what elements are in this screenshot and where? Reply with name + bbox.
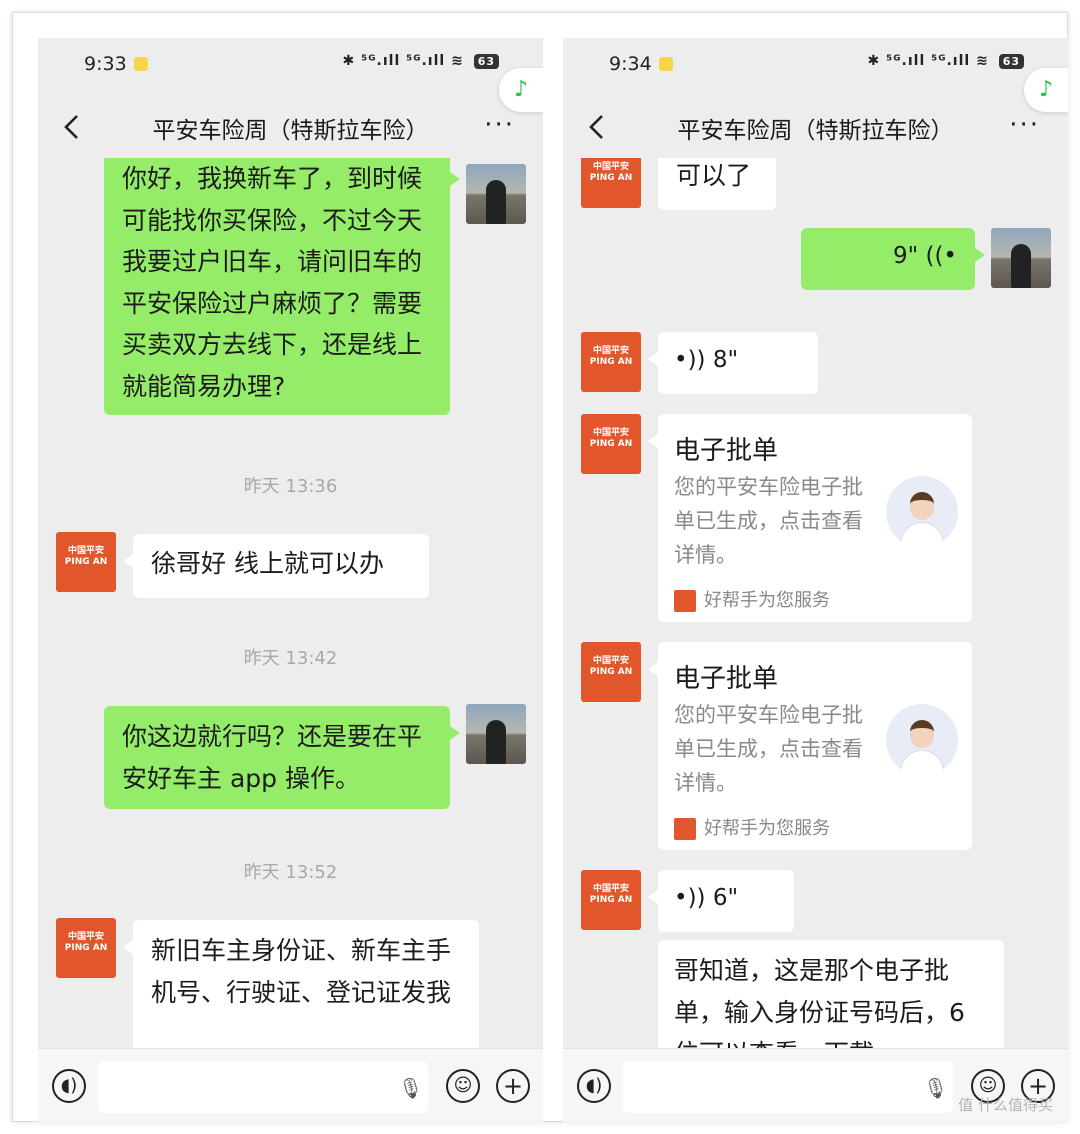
emoji-icon[interactable]: ☺ [446,1069,480,1103]
status-time: 9:34 [609,53,652,75]
microphone-icon[interactable]: 🎙 [398,1076,423,1100]
timestamp: 昨天 13:52 [243,862,338,883]
phone-screen-right: 9:34 ✱ ⁵ᴳ.ıll ⁵ᴳ.ıll ≋ 63 ♪ 平安车险周（特斯拉车险）… [563,38,1068,1122]
voice-message-incoming[interactable]: •)) 8" [648,332,818,394]
microphone-icon[interactable]: 🎙 [923,1076,948,1100]
pingan-avatar[interactable]: 中国平安 PING AN [581,332,641,392]
user-avatar[interactable] [466,164,526,224]
card-title: 电子批单 [674,436,779,466]
notification-icon [134,57,148,71]
message-list[interactable]: 中国平安 PING AN 可以了 9" ((• 中国平安 PING AN •)) 8… [563,158,1068,1048]
message-bubble-incoming[interactable]: 新旧车主身份证、新车主手机号、行驶证、登记证发我 [123,920,479,1048]
plus-icon[interactable]: + [496,1069,530,1103]
card-title: 电子批单 [674,664,779,694]
message-bubble-outgoing[interactable]: 你这边就行吗？还是要在平安好车主 app 操作。 [104,706,460,809]
timestamp: 昨天 13:42 [243,648,338,669]
chat-title: 平安车险周（特斯拉车险） [677,118,954,144]
screenshot-frame: 9:33 ✱ ⁵ᴳ.ıll ⁵ᴳ.ıll ≋ 63 ♪ 平安车险周（特斯拉车险）… [12,12,1068,1122]
signal-icons: ✱ ⁵ᴳ.ıll ⁵ᴳ.ıll ≋ 63 [868,53,1024,69]
battery-icon: 63 [473,53,499,69]
e-endorsement-card[interactable]: 电子批单 您的平安车险电子批单已生成，点击查看详情。 好帮手为您服务 [648,642,972,850]
pingan-avatar[interactable]: 中国平安 PING AN [56,918,116,978]
voice-duration: 6" [712,885,739,911]
signal-wifi-icon: ✱ ⁵ᴳ.ıll ⁵ᴳ.ıll ≋ [342,53,464,69]
signal-icons: ✱ ⁵ᴳ.ıll ⁵ᴳ.ıll ≋ 63 [343,53,499,69]
status-bar: 9:33 ✱ ⁵ᴳ.ıll ⁵ᴳ.ıll ≋ 63 [38,38,543,88]
voice-wave-icon: ((• [925,243,957,269]
more-options-icon[interactable]: ··· [1009,112,1040,138]
site-watermark: 值 什么值得买 [958,1096,1053,1114]
card-description: 您的平安车险电子批单已生成，点击查看详情。 [674,703,863,795]
voice-wave-icon: •)) [674,885,713,911]
title-bar: 平安车险周（特斯拉车险） ··· [563,98,1068,158]
user-avatar[interactable] [991,228,1051,288]
voice-input-icon[interactable]: ◖) [52,1069,86,1103]
timestamp: 昨天 13:36 [243,476,338,497]
pingan-avatar[interactable]: 中国平安 PING AN [56,532,116,592]
pingan-avatar[interactable]: 中国平安 PING AN [581,158,641,208]
card-description: 您的平安车险电子批单已生成，点击查看详情。 [674,475,863,567]
voice-message-incoming[interactable]: •)) 6" [648,870,794,932]
notification-icon [659,57,673,71]
chat-title: 平安车险周（特斯拉车险） [152,118,429,144]
message-bubble-outgoing[interactable]: 你好，我换新车了，到时候可能找你买保险，不过今天我要过户旧车，请问旧车的平安保险… [104,158,460,415]
phone-screen-left: 9:33 ✱ ⁵ᴳ.ıll ⁵ᴳ.ıll ≋ 63 ♪ 平安车险周（特斯拉车险）… [38,38,543,1122]
message-bubble-incoming[interactable]: 可以了 [658,158,776,210]
e-endorsement-card[interactable]: 电子批单 您的平安车险电子批单已生成，点击查看详情。 好帮手为您服务 [648,414,972,622]
pingan-avatar[interactable]: 中国平安 PING AN [581,414,641,474]
card-footer: 好帮手为您服务 [674,814,830,840]
message-bubble-incoming[interactable]: 哥知道，这是那个电子批单，输入身份证号码后，6位可以查看一下载。 [658,940,1004,1048]
message-input[interactable]: 🎙 [98,1061,428,1113]
voice-duration: 9" [892,243,919,269]
agent-avatar-icon [886,476,958,548]
battery-icon: 63 [998,53,1024,69]
pingan-avatar[interactable]: 中国平安 PING AN [581,642,641,702]
input-bar: ◖) 🎙 ☺ + [38,1048,543,1122]
voice-input-icon[interactable]: ◖) [577,1069,611,1103]
message-bubble-incoming[interactable]: 徐哥好 线上就可以办 [123,534,429,598]
voice-wave-icon: •)) [674,347,713,373]
pingan-logo-icon [674,590,696,612]
voice-duration: 8" [712,347,739,373]
signal-wifi-icon: ✱ ⁵ᴳ.ıll ⁵ᴳ.ıll ≋ [867,53,989,69]
user-avatar[interactable] [466,704,526,764]
message-list[interactable]: 你好，我换新车了，到时候可能找你买保险，不过今天我要过户旧车，请问旧车的平安保险… [38,158,543,1048]
title-bar: 平安车险周（特斯拉车险） ··· [38,98,543,158]
more-options-icon[interactable]: ··· [484,112,515,138]
card-footer: 好帮手为您服务 [674,586,830,612]
status-bar: 9:34 ✱ ⁵ᴳ.ıll ⁵ᴳ.ıll ≋ 63 [563,38,1068,88]
pingan-logo-icon [674,818,696,840]
message-input[interactable]: 🎙 [623,1061,953,1113]
agent-avatar-icon [886,704,958,776]
status-time: 9:33 [84,53,127,75]
voice-message-outgoing[interactable]: 9" ((• [801,228,985,290]
pingan-avatar[interactable]: 中国平安 PING AN [581,870,641,930]
